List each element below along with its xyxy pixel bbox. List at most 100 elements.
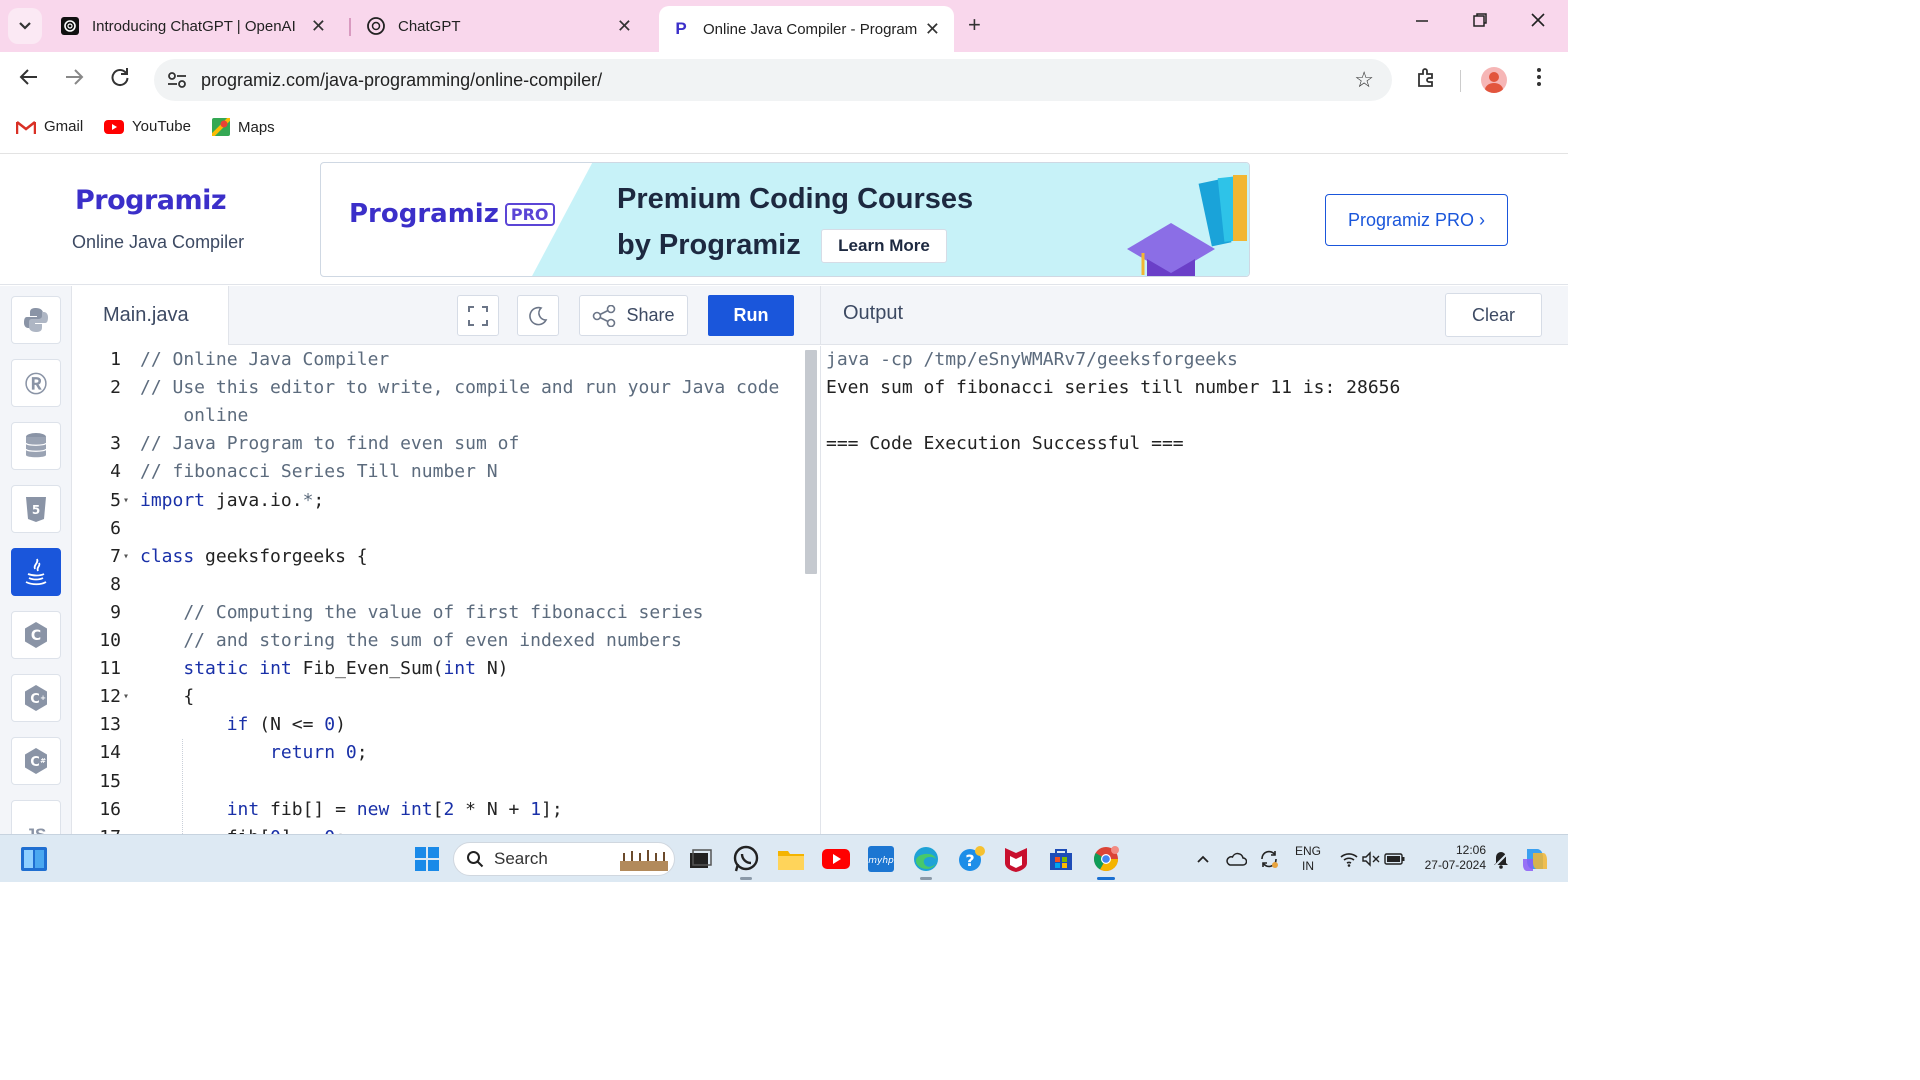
programiz-pro-button[interactable]: Programiz PRO › [1325, 194, 1508, 246]
programiz-logo[interactable]: Programiz [75, 185, 227, 216]
chrome-icon[interactable] [1091, 844, 1121, 874]
c-icon: C [25, 622, 47, 648]
search-placeholder: Search [494, 849, 548, 868]
site-settings-icon[interactable] [166, 69, 188, 91]
battery-icon[interactable] [1380, 844, 1410, 874]
lang-cpp-button[interactable]: C + [11, 674, 61, 722]
taskbar-search-box[interactable]: Search [453, 842, 675, 876]
browser-toolbar: programiz.com/java-programming/online-co… [0, 52, 1568, 108]
code-line[interactable]: 13 if (N <= 0) [73, 711, 803, 739]
profile-avatar[interactable] [1481, 67, 1507, 93]
widgets-icon[interactable] [19, 844, 49, 874]
file-tab-main[interactable]: Main.java [73, 286, 229, 345]
promo-banner[interactable]: Programiz PRO Premium Coding Courses by P… [320, 162, 1250, 277]
file-explorer-icon[interactable] [776, 844, 806, 874]
code-line[interactable]: 10 // and storing the sum of even indexe… [73, 627, 803, 655]
close-tab-icon[interactable]: ✕ [311, 16, 326, 37]
tab-separator [349, 18, 351, 36]
youtube-app-icon[interactable] [821, 844, 851, 874]
tab-openai[interactable]: Introducing ChatGPT | OpenAI ✕ [60, 8, 340, 44]
microsoft-store-icon[interactable] [1046, 844, 1076, 874]
fold-toggle-icon[interactable]: ▾ [123, 543, 129, 571]
code-editor[interactable]: 1 // Online Java Compiler 2 // Use this edi… [73, 346, 820, 834]
tab-programiz[interactable]: P Online Java Compiler - Programiz ✕ [659, 6, 954, 52]
fold-toggle-icon[interactable]: ▾ [123, 487, 129, 515]
sync-icon[interactable] [1254, 844, 1284, 874]
code-line[interactable]: 2 // Use this editor to write, compile an… [73, 374, 803, 402]
code-line[interactable]: 7 ▾ class geeksforgeeks { [73, 543, 803, 571]
code-line[interactable]: 4 // fibonacci Series Till number N [73, 458, 803, 486]
code-line[interactable]: 8 [73, 571, 803, 599]
reload-icon[interactable] [109, 66, 131, 94]
editor-scrollbar[interactable] [805, 350, 817, 574]
extensions-icon[interactable] [1415, 66, 1437, 94]
forward-icon[interactable] [63, 66, 85, 94]
lang-r-button[interactable]: Ⓡ [11, 359, 61, 407]
tab-chatgpt[interactable]: ChatGPT ✕ [366, 8, 646, 44]
mcafee-icon[interactable] [1001, 844, 1031, 874]
code-line[interactable]: 5 ▾ import java.io.*; [73, 487, 803, 515]
share-button[interactable]: Share [579, 295, 688, 336]
svg-text:myhp: myhp [868, 856, 894, 866]
fullscreen-icon [468, 305, 488, 326]
lang-python-button[interactable] [11, 296, 61, 344]
learn-more-button[interactable]: Learn More [821, 229, 947, 263]
new-tab-button[interactable]: + [968, 12, 981, 38]
back-icon[interactable] [18, 66, 40, 94]
fold-toggle-icon[interactable]: ▾ [123, 683, 129, 711]
windows-start-icon[interactable] [412, 844, 442, 874]
bookmark-gmail[interactable]: Gmail [16, 118, 83, 135]
code-line[interactable]: 1 // Online Java Compiler [73, 346, 803, 374]
lang-sql-button[interactable] [11, 422, 61, 470]
edge-icon[interactable] [911, 844, 941, 874]
tray-chevron-up-icon[interactable] [1188, 844, 1218, 874]
gmail-icon [16, 119, 36, 135]
help-icon[interactable]: ? [956, 844, 986, 874]
clear-button[interactable]: Clear [1445, 293, 1542, 337]
code-line[interactable]: 11 static int Fib_Even_Sum(int N) [73, 655, 803, 683]
whatsapp-icon[interactable] [731, 844, 761, 874]
maps-icon [212, 118, 230, 136]
line-number: 4 [110, 461, 121, 483]
bookmark-youtube[interactable]: YouTube [104, 118, 191, 135]
lang-html-button[interactable]: 5 [11, 485, 61, 533]
line-number: 1 [110, 349, 121, 370]
code-line[interactable]: 12 ▾ { [73, 683, 803, 711]
toolbar-divider [1460, 70, 1461, 92]
myhp-icon[interactable]: myhp [866, 844, 896, 874]
run-button[interactable]: Run [708, 295, 794, 336]
lang-java-button[interactable] [11, 548, 61, 596]
code-text: { [140, 686, 195, 708]
code-line[interactable]: 9 // Computing the value of first fibona… [73, 599, 803, 627]
lang-js-button[interactable]: JS [11, 800, 61, 834]
bookmark-maps[interactable]: Maps [212, 118, 275, 136]
code-line[interactable]: 6 [73, 515, 803, 543]
task-view-icon[interactable] [685, 844, 715, 874]
address-bar[interactable]: programiz.com/java-programming/online-co… [154, 59, 1392, 101]
close-tab-icon[interactable]: ✕ [925, 19, 940, 40]
language-indicator[interactable]: ENG IN [1291, 844, 1325, 874]
close-window-icon[interactable] [1530, 12, 1546, 33]
code-line[interactable]: 3 // Java Program to find even sum of [73, 430, 803, 458]
code-line[interactable]: online [73, 402, 803, 430]
fullscreen-button[interactable] [457, 295, 499, 336]
pro-badge: PRO [504, 203, 555, 226]
restore-icon[interactable] [1472, 12, 1488, 33]
notification-bell-icon[interactable] [1486, 844, 1516, 874]
onedrive-icon[interactable] [1221, 844, 1251, 874]
more-menu-icon[interactable] [1536, 66, 1542, 94]
lang-c-button[interactable]: C [11, 611, 61, 659]
clock[interactable]: 12:06 27-07-2024 [1416, 843, 1486, 873]
tab-search-button[interactable] [8, 8, 42, 44]
search-highlight-icon [620, 850, 668, 871]
minimize-icon[interactable] [1414, 12, 1430, 33]
copilot-icon[interactable] [1520, 844, 1550, 874]
close-tab-icon[interactable]: ✕ [617, 16, 632, 37]
dark-mode-button[interactable] [517, 295, 559, 336]
code-text: // fibonacci Series Till number N [140, 461, 498, 483]
url-text[interactable]: programiz.com/java-programming/online-co… [201, 70, 602, 91]
lang-csharp-button[interactable]: C # [11, 737, 61, 785]
svg-text:C: C [30, 692, 40, 707]
line-number: 11 [99, 658, 121, 680]
bookmark-star-icon[interactable]: ☆ [1354, 67, 1374, 93]
